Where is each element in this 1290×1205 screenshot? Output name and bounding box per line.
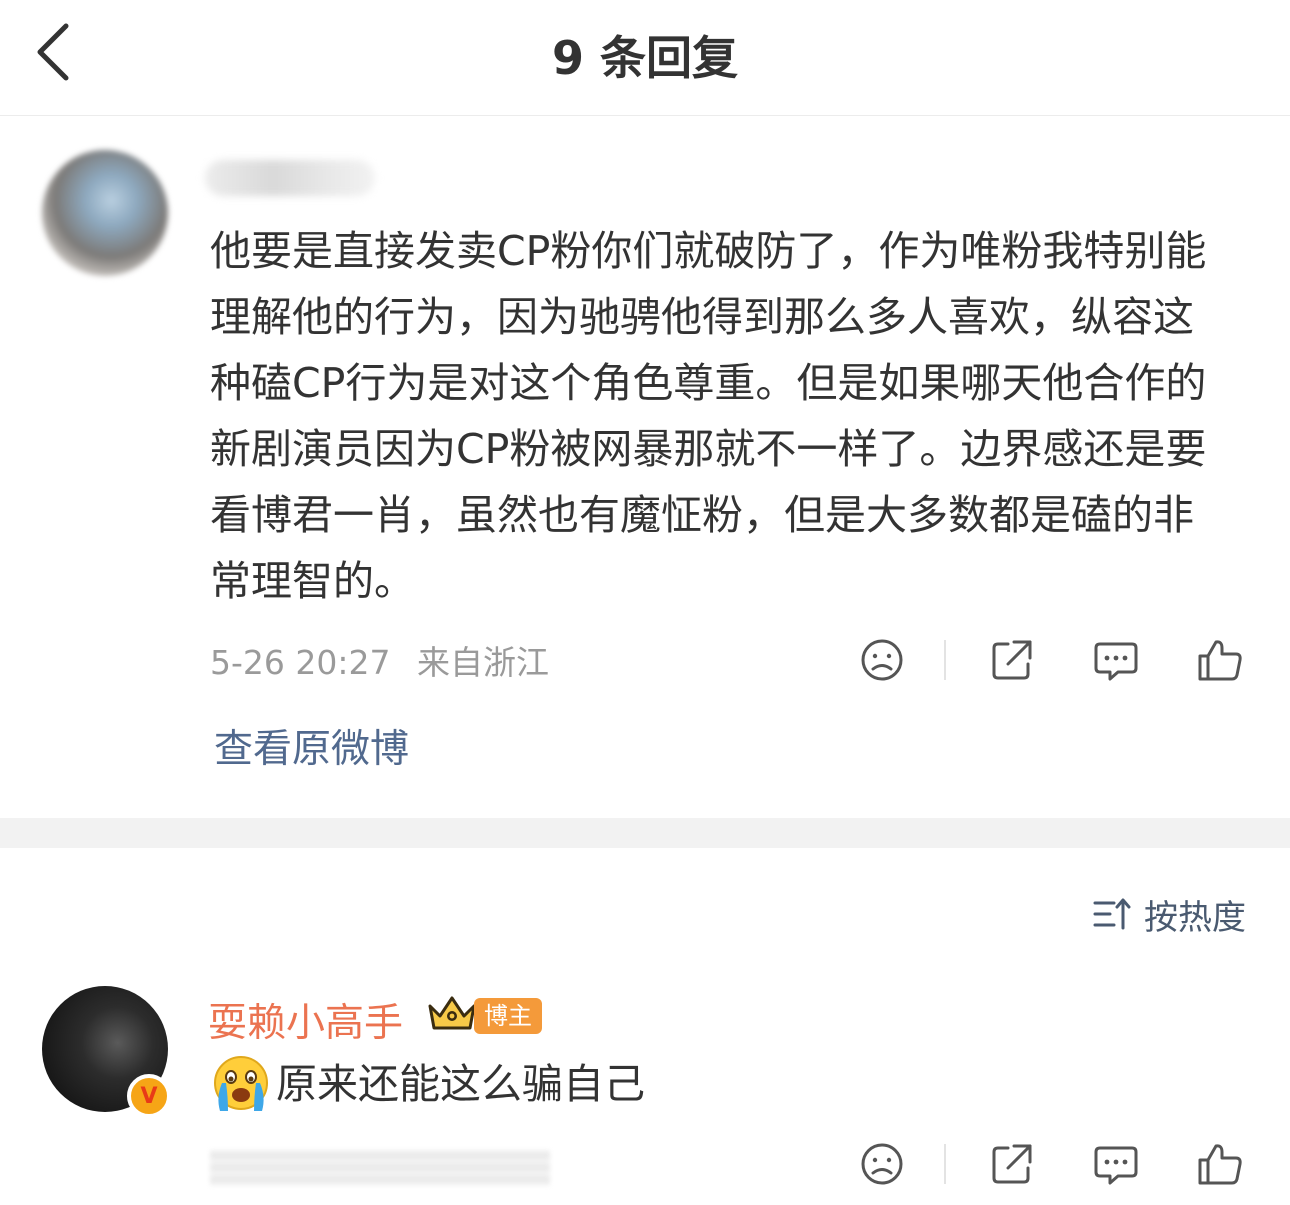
post-author-avatar[interactable] [42,150,168,276]
reply-content: 原来还能这么骗自己 [210,1052,645,1116]
dislike-button[interactable] [858,636,906,684]
share-button[interactable] [988,636,1036,684]
top-bar: 9 条回复 [0,0,1290,116]
verified-v-icon: V [127,1074,171,1118]
like-icon [1198,640,1242,681]
action-divider [944,1144,946,1184]
reply-action-bar [0,1140,1290,1200]
sort-icon [1093,898,1131,930]
view-original-post-link[interactable]: 查看原微博 [214,718,409,774]
dislike-face-icon [861,1143,903,1185]
post-author-name-blurred[interactable] [205,160,375,196]
sort-label: 按热度 [1144,897,1246,938]
comment-icon [1094,1146,1138,1185]
share-icon [992,1144,1032,1184]
dislike-face-icon [861,639,903,681]
page-title: 9 条回复 [551,31,739,85]
crown-icon [428,996,476,1030]
like-button[interactable] [1196,636,1244,684]
comment-icon [1094,642,1138,681]
post-action-bar [0,636,1290,696]
reply-comment-button[interactable] [1092,1140,1140,1188]
reply-share-button[interactable] [988,1140,1036,1188]
share-icon [992,640,1032,680]
reply-text: 原来还能这么骗自己 [276,1060,645,1108]
host-badge: 博主 [474,998,542,1034]
reply-dislike-button[interactable] [858,1140,906,1188]
like-icon [1198,1144,1242,1185]
reply-like-button[interactable] [1196,1140,1244,1188]
post-content: 他要是直接发卖CP粉你们就破防了，作为唯粉我特别能理解他的行为，因为驰骋他得到那… [210,227,1207,605]
reply-author-name[interactable]: 耍赖小高手 [208,992,403,1048]
action-divider [944,640,946,680]
sort-by-hot-button[interactable]: 按热度 [1092,890,1246,938]
comment-button[interactable] [1092,636,1140,684]
section-divider [0,818,1290,848]
crying-face-emoji [214,1056,268,1111]
